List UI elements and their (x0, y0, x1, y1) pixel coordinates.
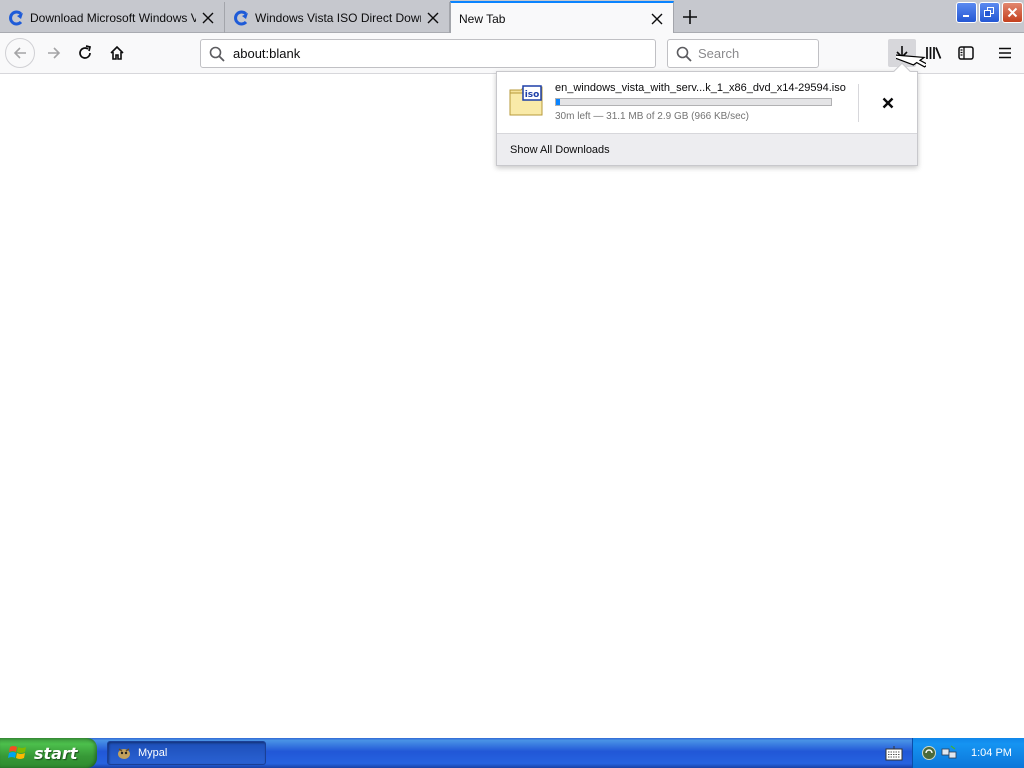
network-icon[interactable] (941, 745, 957, 761)
restore-button[interactable] (979, 2, 1000, 23)
tab-vista-iso[interactable]: Windows Vista ISO Direct Download (225, 2, 450, 33)
home-icon (110, 45, 124, 60)
tab-title: Download Microsoft Windows Vista (30, 10, 196, 25)
forward-button[interactable] (39, 38, 69, 68)
show-all-downloads-label: Show All Downloads (510, 143, 610, 156)
download-progress-bar (555, 98, 832, 106)
download-arrow-icon (896, 46, 908, 59)
home-button[interactable] (102, 38, 132, 68)
new-tab-button[interactable] (679, 6, 701, 28)
close-tab-icon[interactable] (200, 10, 216, 26)
tab-title: Windows Vista ISO Direct Download (255, 10, 421, 25)
tab-title: New Tab (459, 11, 506, 26)
menu-button[interactable] (991, 39, 1019, 67)
sidebar-icon (958, 46, 974, 60)
clock: 1:04 PM (971, 747, 1012, 759)
iso-file-icon: iso (509, 85, 543, 116)
security-shield-icon[interactable] (921, 745, 937, 761)
reload-icon (79, 45, 92, 59)
system-tray: 1:04 PM (912, 738, 1024, 768)
site-favicon-icon (9, 10, 23, 25)
window-controls (956, 2, 1023, 23)
iso-icon-label: iso (525, 90, 540, 100)
tab-download-vista[interactable]: Download Microsoft Windows Vista (0, 2, 225, 33)
window-close-button[interactable] (1002, 2, 1023, 23)
close-tab-icon[interactable] (649, 11, 665, 27)
taskbar: start Mypal 1:04 PM (0, 738, 1024, 768)
keyboard-icon[interactable] (885, 745, 903, 761)
tab-strip: Download Microsoft Windows Vista Windows… (0, 0, 1024, 34)
arrow-right-icon (48, 47, 61, 59)
search-icon (676, 46, 692, 62)
divider (858, 84, 859, 122)
close-icon (882, 97, 894, 109)
download-progress-fill (556, 99, 561, 105)
arrow-left-icon (13, 47, 26, 59)
cancel-download-button[interactable] (877, 92, 899, 114)
back-button[interactable] (5, 38, 35, 68)
minimize-icon (963, 15, 969, 17)
hamburger-menu-icon (999, 47, 1011, 59)
show-all-downloads-button[interactable]: Show All Downloads (497, 133, 917, 165)
reload-button[interactable] (70, 38, 100, 68)
start-button[interactable]: start (0, 738, 97, 768)
plus-icon (683, 10, 697, 24)
close-tab-icon[interactable] (425, 10, 441, 26)
windows-logo-icon (8, 746, 26, 759)
taskbar-item-mypal[interactable]: Mypal (107, 741, 266, 765)
download-item[interactable]: iso en_windows_vista_with_serv...k_1_x86… (497, 72, 917, 133)
taskbar-item-label: Mypal (138, 747, 168, 759)
mypal-app-icon (118, 748, 130, 759)
tab-new-tab[interactable]: New Tab (450, 1, 674, 34)
site-favicon-icon (234, 10, 248, 25)
minimize-button[interactable] (956, 2, 977, 23)
library-icon (926, 47, 942, 59)
sidebar-button[interactable] (952, 39, 980, 67)
downloads-panel: iso en_windows_vista_with_serv...k_1_x86… (496, 62, 918, 166)
restore-icon (984, 7, 994, 17)
download-status: 30m left — 31.1 MB of 2.9 GB (966 KB/sec… (555, 111, 749, 122)
nav-toolbar: about:blank Search (0, 33, 1024, 74)
download-file-name: en_windows_vista_with_serv...k_1_x86_dvd… (555, 82, 846, 94)
search-bar[interactable]: Search (667, 39, 819, 68)
close-icon (1007, 7, 1018, 18)
search-icon (209, 46, 225, 62)
url-bar[interactable]: about:blank (200, 39, 656, 68)
start-label: start (34, 743, 78, 763)
search-placeholder: Search (698, 46, 740, 61)
url-text: about:blank (233, 46, 301, 61)
library-button[interactable] (920, 39, 948, 67)
